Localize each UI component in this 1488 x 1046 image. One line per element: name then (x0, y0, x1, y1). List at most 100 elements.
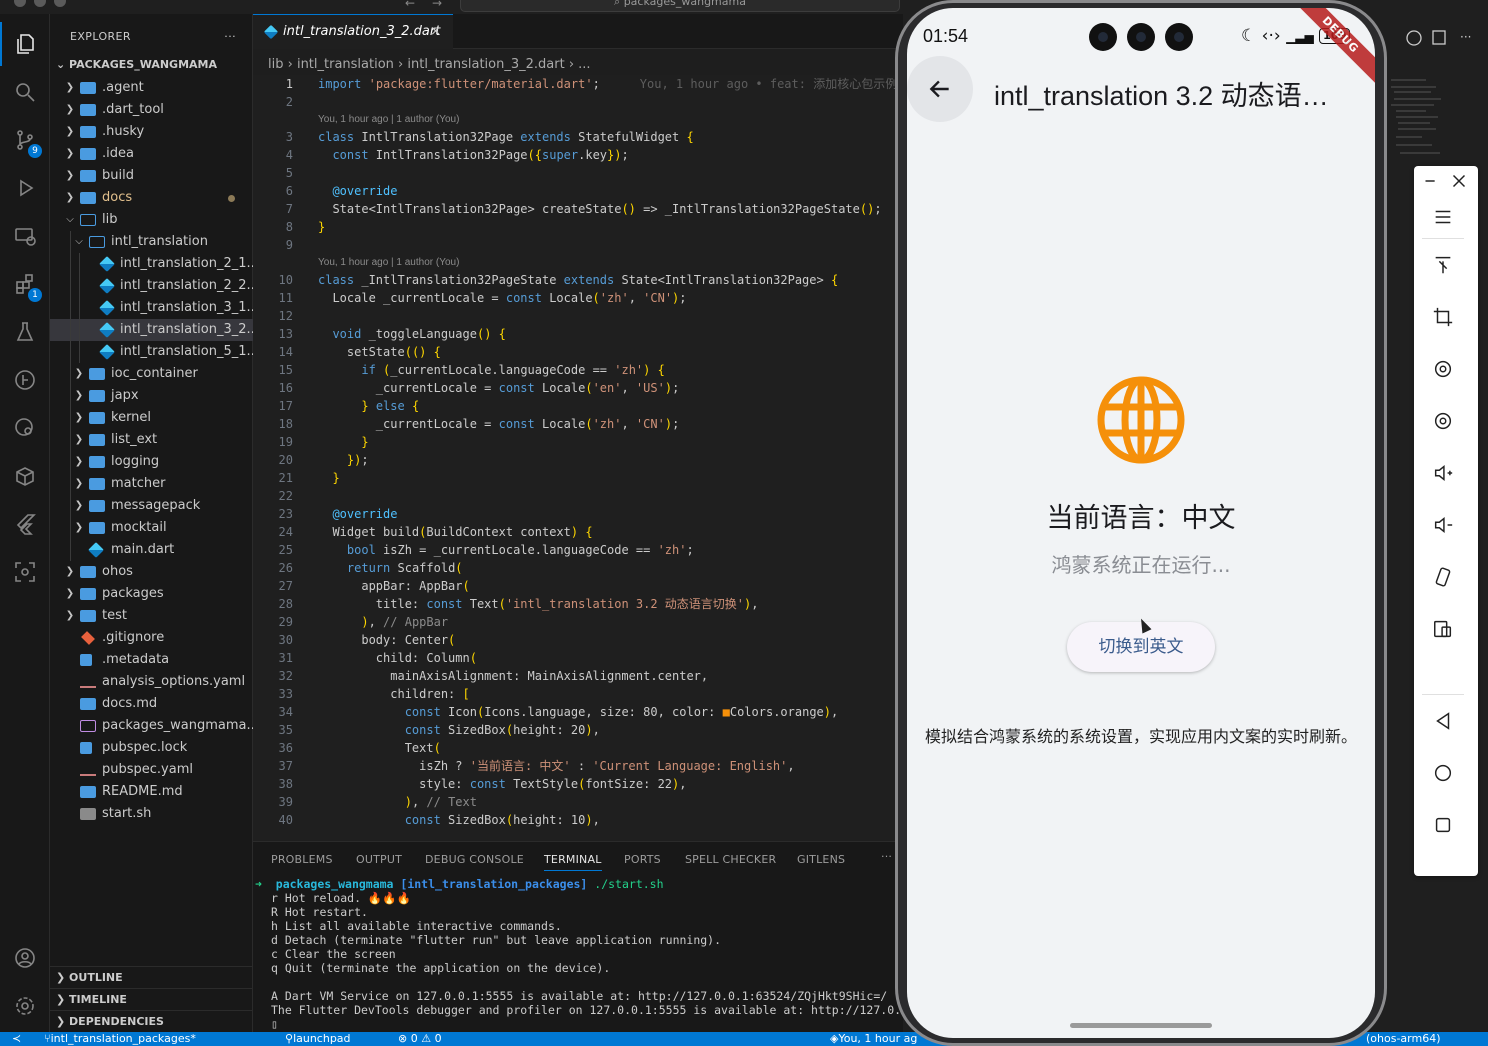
maximize-window-button[interactable] (54, 0, 66, 7)
remote-indicator-icon[interactable]: ≺ (12, 1032, 21, 1046)
folder-row[interactable]: ⌵ lib (50, 209, 253, 231)
close-emulator-button[interactable] (1444, 166, 1474, 196)
panel-tab-problems[interactable]: PROBLEMS (271, 853, 333, 866)
panel-tab-gitlens[interactable]: GITLENS (797, 853, 845, 866)
breadcrumb-item[interactable]: ... (578, 57, 590, 72)
file-row[interactable]: intl_translation_3_1.... (50, 297, 253, 319)
folder-row[interactable]: ❯ japx (50, 385, 253, 407)
command-center-search[interactable]: ⌕ packages_wangmama (460, 0, 900, 12)
panel-tab-spell-checker[interactable]: SPELL CHECKER (685, 853, 776, 866)
folder-row[interactable]: ❯ .idea (50, 143, 253, 165)
panel-tab-terminal[interactable]: TERMINAL (544, 853, 602, 871)
explorer-activity[interactable] (0, 22, 50, 66)
minimize-window-button[interactable] (34, 0, 46, 7)
panel-more-button[interactable]: ··· (881, 850, 892, 863)
more-actions-icon[interactable]: ··· (1460, 30, 1471, 44)
folder-row[interactable]: ❯ mocktail (50, 517, 253, 539)
folder-row[interactable]: ❯ matcher (50, 473, 253, 495)
folder-row[interactable]: ❯ .agent (50, 77, 253, 99)
home-indicator[interactable] (1070, 1023, 1212, 1028)
folder-row[interactable]: ❯ ohos (50, 561, 253, 583)
flutter-activity[interactable] (0, 502, 50, 546)
manage-activity[interactable] (0, 984, 50, 1028)
close-window-button[interactable] (14, 0, 26, 7)
scan-activity[interactable] (0, 550, 50, 594)
folder-row[interactable]: ❯ messagepack (50, 495, 253, 517)
section-outline[interactable]: ❯ OUTLINE (50, 966, 253, 988)
pin-on-top-button[interactable] (1428, 250, 1458, 280)
panel-tab-ports[interactable]: PORTS (624, 853, 661, 866)
nav-home-button[interactable] (1428, 758, 1458, 788)
folder-row[interactable]: ❯ list_ext (50, 429, 253, 451)
file-row[interactable]: analysis_options.yaml (50, 671, 253, 693)
gitlens-inspect-activity[interactable] (0, 406, 50, 450)
breadcrumb-item[interactable]: intl_translation_3_2.dart (407, 57, 564, 72)
terminal[interactable]: ➜ packages_wangmama [intl_translation_pa… (255, 877, 901, 1031)
file-row[interactable]: intl_translation_5_1.... (50, 341, 253, 363)
breadcrumb-item[interactable]: intl_translation (297, 57, 394, 72)
file-row[interactable]: pubspec.yaml (50, 759, 253, 781)
file-row[interactable]: start.sh (50, 803, 253, 825)
containers-activity[interactable] (0, 454, 50, 498)
panel-tab-debug-console[interactable]: DEBUG CONSOLE (425, 853, 524, 866)
back-button[interactable] (907, 56, 973, 122)
testing-activity[interactable] (0, 310, 50, 354)
forward-nav-icon[interactable]: → (432, 0, 442, 10)
source-control-activity[interactable]: 9 (0, 118, 50, 162)
code-editor[interactable]: 1 import 'package:flutter/material.dart';… (253, 75, 903, 841)
file-row[interactable]: intl_translation_3_2.... (50, 319, 253, 341)
accounts-activity[interactable] (0, 936, 50, 980)
folder-row[interactable]: ❯ test (50, 605, 253, 627)
file-row[interactable]: .gitignore (50, 627, 253, 649)
folder-row[interactable]: ❯ kernel (50, 407, 253, 429)
breadcrumb-item[interactable]: lib (268, 57, 283, 72)
rotate-button[interactable] (1428, 354, 1458, 384)
extensions-activity[interactable]: 1 (0, 262, 50, 306)
file-row[interactable]: main.dart (50, 539, 253, 561)
split-editor-icon[interactable] (1432, 30, 1446, 45)
folder-row[interactable]: ❯ .husky (50, 121, 253, 143)
rotate-device-button[interactable] (1428, 562, 1458, 592)
run-debug-activity[interactable] (0, 166, 50, 210)
explorer-more-button[interactable]: ··· (224, 14, 236, 60)
folder-row[interactable]: ❯ docs (50, 187, 253, 209)
folder-row[interactable]: ❯ build (50, 165, 253, 187)
volume-up-button[interactable] (1428, 458, 1458, 488)
go-live-icon[interactable] (1406, 30, 1422, 46)
close-tab-icon[interactable]: × (430, 15, 441, 48)
folder-row[interactable]: ❯ packages (50, 583, 253, 605)
problems-status[interactable]: ⊗ 0 ⚠ 0 (398, 1032, 442, 1046)
emulator-menu-button[interactable] (1428, 202, 1458, 232)
nav-recents-button[interactable] (1428, 810, 1458, 840)
location-button[interactable] (1428, 406, 1458, 436)
minimap[interactable] (1386, 75, 1448, 175)
file-row[interactable]: intl_translation_2_1.... (50, 253, 253, 275)
file-row[interactable]: README.md (50, 781, 253, 803)
launchpad-status[interactable]: ⚲ launchpad (285, 1032, 351, 1046)
remote-explorer-activity[interactable] (0, 214, 50, 258)
volume-down-button[interactable] (1428, 510, 1458, 540)
file-row[interactable]: packages_wangmama.... (50, 715, 253, 737)
multi-device-button[interactable] (1428, 614, 1458, 644)
file-row[interactable]: pubspec.lock (50, 737, 253, 759)
folder-row[interactable]: ❯ logging (50, 451, 253, 473)
file-row[interactable]: .metadata (50, 649, 253, 671)
gitlens-activity[interactable] (0, 358, 50, 402)
file-row[interactable]: docs.md (50, 693, 253, 715)
blame-status[interactable]: ◈ You, 1 hour ag (830, 1032, 917, 1046)
device-status[interactable]: (ohos-arm64) (1366, 1032, 1441, 1046)
search-activity[interactable] (0, 70, 50, 114)
branch-status[interactable]: ⑂ intl_translation_packages* (44, 1032, 196, 1046)
file-row[interactable]: intl_translation_2_2.... (50, 275, 253, 297)
tab-intl-translation-3-2[interactable]: intl_translation_3_2.dart × (253, 14, 453, 49)
codelens-blame[interactable]: You, 1 hour ago | 1 author (You) (253, 254, 903, 271)
panel-tab-output[interactable]: OUTPUT (356, 853, 402, 866)
screenshot-button[interactable] (1428, 302, 1458, 332)
section-timeline[interactable]: ❯ TIMELINE (50, 988, 253, 1010)
phone-screen[interactable]: 01:54 ☾ ‹·› ▁▃▅ 100 DEBUG intl_translati… (907, 8, 1375, 1038)
codelens-blame[interactable]: You, 1 hour ago | 1 author (You) (253, 111, 903, 128)
nav-back-button[interactable] (1428, 706, 1458, 736)
section-dependencies[interactable]: ❯ DEPENDENCIES (50, 1010, 253, 1032)
workspace-root[interactable]: ⌄ PACKAGES_WANGMAMA (50, 50, 252, 72)
folder-row[interactable]: ❯ .dart_tool (50, 99, 253, 121)
